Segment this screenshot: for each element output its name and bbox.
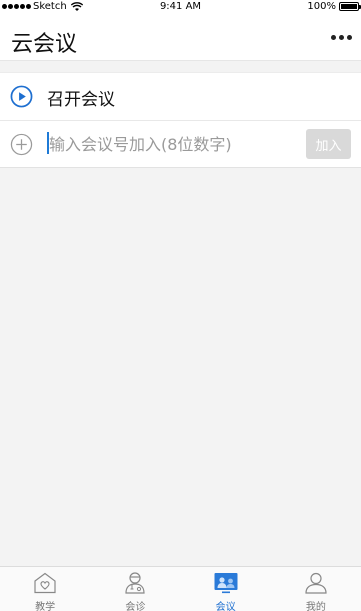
tab-consultation[interactable]: 会诊	[90, 567, 180, 611]
teaching-icon	[34, 572, 56, 594]
battery-icon	[339, 2, 361, 11]
tab-meeting[interactable]: 会议	[181, 567, 271, 611]
start-meeting-label: 召开会议	[47, 90, 115, 110]
meeting-actions-panel: 召开会议 加入	[0, 72, 361, 168]
tab-profile[interactable]: 我的	[271, 567, 361, 611]
more-dot-icon	[339, 34, 344, 40]
status-bar: Sketch 9:41 AM 100%	[0, 0, 361, 14]
tab-bar: 教学 会诊 会议 我的	[0, 566, 361, 611]
status-right: 100%	[307, 1, 361, 12]
tab-teaching[interactable]: 教学	[0, 567, 90, 611]
profile-icon	[305, 572, 327, 594]
tab-label: 我的	[305, 602, 326, 611]
more-dot-icon	[331, 34, 336, 40]
battery-percent: 100%	[307, 1, 336, 12]
start-meeting-row[interactable]: 召开会议	[0, 73, 361, 121]
tab-label: 会议	[215, 602, 236, 611]
page-title: 云会议	[11, 32, 78, 57]
more-options-button[interactable]	[331, 31, 353, 43]
consultation-icon	[125, 572, 145, 594]
meeting-icon	[214, 573, 238, 594]
join-meeting-row: 加入	[0, 121, 361, 169]
meeting-number-input[interactable]	[46, 130, 296, 158]
tab-label: 会诊	[125, 602, 146, 611]
text-cursor	[47, 132, 49, 154]
more-dot-icon	[347, 34, 352, 40]
nav-bar: 云会议	[0, 14, 361, 61]
tab-label: 教学	[35, 602, 56, 611]
join-button[interactable]: 加入	[306, 129, 351, 159]
plus-circle-icon	[10, 133, 33, 156]
play-circle-icon	[10, 85, 33, 108]
